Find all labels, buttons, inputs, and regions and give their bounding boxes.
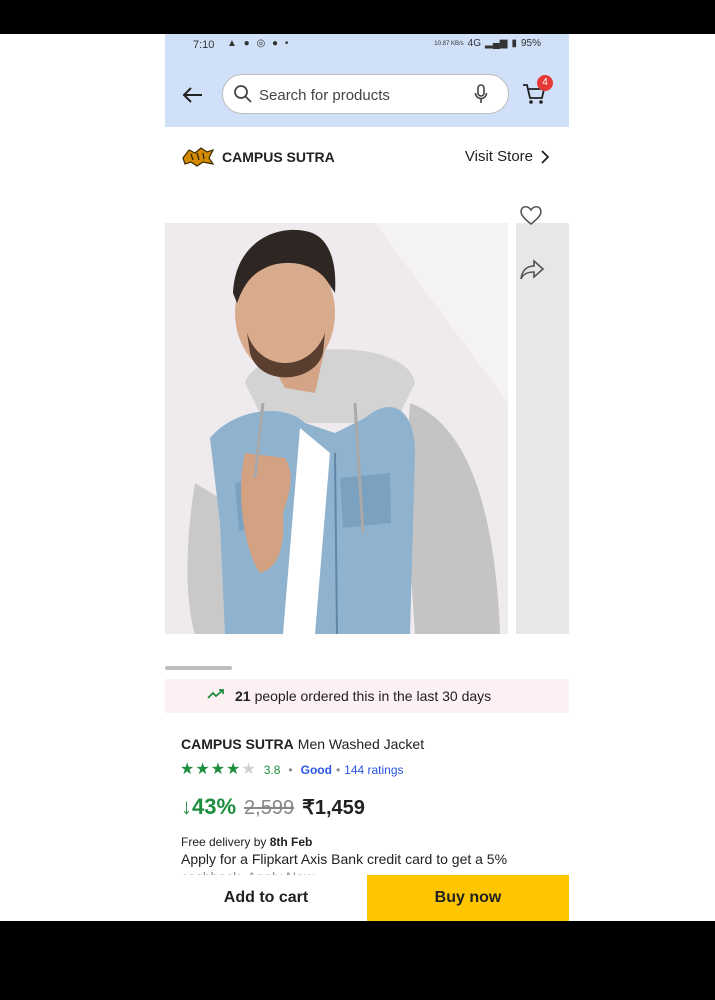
orders-count: 21 [235, 688, 251, 704]
back-arrow-icon[interactable] [179, 81, 207, 109]
rating-value: 3.8 [263, 763, 281, 777]
store-row: CAMPUS SUTRA Visit Store [165, 136, 569, 180]
heart-icon[interactable] [519, 204, 543, 231]
carousel-indicator [165, 666, 232, 670]
rating-word: Good [300, 763, 332, 777]
buy-now-button[interactable]: Buy now [367, 875, 569, 921]
signal-icon: ▂▄▆ [485, 38, 508, 49]
status-bar: 7:10 ▲ ● ◎ ● • 10.87 KB/s 4G ▂▄▆ ▮ 95% [165, 34, 569, 56]
star-rating: ★ ★ ★ ★ ★ [180, 762, 256, 778]
microphone-icon[interactable] [474, 84, 488, 109]
rating-row[interactable]: ★ ★ ★ ★ ★ 3.8 • Good • 144 ratings [180, 762, 404, 778]
bottom-action-bar: Add to cart Buy now [165, 875, 569, 921]
visit-store-link[interactable]: Visit Store [465, 148, 549, 165]
star-icon: ★ [180, 761, 195, 778]
recent-orders-banner: 21 people ordered this in the last 30 day… [165, 679, 569, 713]
orders-text: people ordered this in the last 30 days [254, 688, 492, 704]
trending-up-icon [207, 687, 225, 705]
status-time: 7:10 [193, 39, 215, 51]
visit-store-label: Visit Store [464, 148, 533, 165]
offer-text: Apply for a Flipkart Axis Bank credit ca… [181, 851, 508, 867]
product-title: CAMPUS SUTRA Men Washed Jacket [181, 736, 424, 752]
search-input[interactable] [257, 83, 471, 107]
ratings-count: 144 ratings [344, 763, 404, 777]
network-speed: 10.87 KB/s [434, 40, 464, 47]
search-bar[interactable] [222, 74, 509, 114]
product-image[interactable] [165, 223, 508, 634]
add-to-cart-button[interactable]: Add to cart [165, 875, 367, 921]
selling-price: ₹1,459 [302, 797, 365, 819]
cart-button[interactable]: 4 [521, 75, 553, 111]
app-frame: 7:10 ▲ ● ◎ ● • 10.87 KB/s 4G ▂▄▆ ▮ 95% S… [0, 34, 715, 921]
discount-percent: ↓43% [181, 794, 237, 819]
battery-level: 95% [520, 38, 541, 49]
chevron-right-icon [541, 149, 549, 164]
top-bar: 7:10 ▲ ● ◎ ● • 10.87 KB/s 4G ▂▄▆ ▮ 95% S… [165, 34, 569, 127]
status-right: 10.87 KB/s 4G ▂▄▆ ▮ 95% [434, 38, 541, 49]
original-price: 2,599 [244, 797, 295, 819]
star-icon: ★ [226, 761, 241, 778]
product-name: Men Washed Jacket [297, 736, 425, 752]
network-type: 4G [467, 38, 481, 49]
battery-icon: ▮ [511, 38, 517, 49]
delivery-prefix: Free delivery by [181, 835, 267, 849]
price-row: ↓43% 2,599 ₹1,459 [181, 794, 365, 820]
star-icon: ★ [195, 761, 210, 778]
delivery-date: 8th Feb [269, 835, 313, 849]
star-empty-icon: ★ [241, 761, 256, 778]
product-brand: CAMPUS SUTRA [181, 736, 294, 752]
share-icon[interactable] [519, 259, 545, 286]
store-name: CAMPUS SUTRA [222, 149, 335, 165]
brand-logo [181, 144, 215, 175]
notification-icons: ▲ ● ◎ ● • [227, 38, 291, 49]
star-icon: ★ [210, 761, 226, 778]
cart-count-badge: 4 [537, 75, 553, 91]
search-icon [233, 84, 253, 109]
phone-screen: 7:10 ▲ ● ◎ ● • 10.87 KB/s 4G ▂▄▆ ▮ 95% S… [165, 34, 569, 921]
delivery-info: Free delivery by 8th Feb [181, 835, 312, 849]
